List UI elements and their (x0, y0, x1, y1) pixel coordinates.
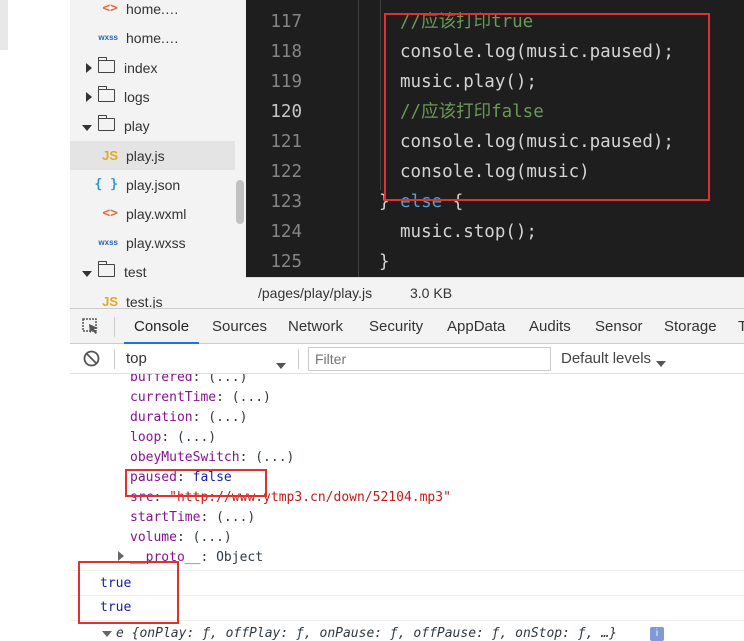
indent-guide (358, 0, 359, 277)
object-property: duration: (...) (130, 410, 248, 425)
code-line: } (379, 252, 390, 272)
tree-item-play-js[interactable]: JS play.js (70, 141, 235, 170)
object-property: volume: (...) (130, 530, 232, 545)
code-line: music.stop(); (400, 222, 537, 242)
log-levels-dropdown[interactable]: Default levels (561, 350, 651, 367)
folder-open-icon (97, 260, 124, 280)
folder-icon (97, 56, 124, 76)
folder-open-icon (97, 114, 124, 134)
tree-item-label: test (124, 263, 147, 280)
tab-storage[interactable]: Storage (664, 309, 717, 344)
indent-guide (380, 0, 381, 190)
tree-item-label: play (124, 117, 150, 134)
line-number: 121 (270, 132, 302, 152)
line-number-current: 120 (270, 102, 302, 122)
line-number: 124 (270, 222, 302, 242)
devtools-tab-bar: Console Sources Network Security AppData… (70, 308, 744, 344)
highlight-box-paused (125, 469, 267, 497)
code-editor[interactable]: //… 117 //应该打印true 118 console.log(music… (246, 0, 744, 277)
line-number: 122 (270, 162, 302, 182)
wxss-file-icon: wxss (98, 238, 118, 247)
tree-item-label: home.… (126, 29, 179, 46)
object-property: buffered: (...) (130, 374, 248, 385)
object-property: loop: (...) (130, 430, 217, 445)
object-property: obeyMuteSwitch: (...) (130, 450, 295, 465)
wxml-file-icon: <> (102, 206, 118, 221)
console-output[interactable]: buffered: (...) currentTime: (...) durat… (70, 374, 744, 641)
tree-item-play[interactable]: play (70, 111, 246, 140)
tree-scrollbar[interactable] (236, 180, 244, 224)
levels-dropdown-icon[interactable] (656, 354, 666, 371)
tree-item-label: play.json (126, 176, 181, 193)
inspect-element-icon[interactable] (82, 318, 100, 335)
tree-item-index[interactable]: index (70, 53, 246, 82)
folder-icon (97, 85, 124, 105)
context-selector[interactable]: top (126, 350, 147, 367)
tab-sources[interactable]: Sources (212, 309, 267, 344)
tree-item-label: play.wxss (126, 234, 186, 251)
tree-item-label: home.… (126, 0, 179, 17)
tree-item-label: index (124, 59, 158, 76)
context-dropdown-icon[interactable] (276, 356, 286, 373)
console-object-summary[interactable]: e {onPlay: ƒ, offPlay: ƒ, onPause: ƒ, of… (102, 624, 617, 641)
line-number: 118 (270, 42, 302, 62)
tree-item-play-json[interactable]: { } play.json (70, 170, 246, 199)
left-panel-strip (0, 0, 70, 308)
chevron-right-icon[interactable] (70, 60, 98, 76)
tab-security[interactable]: Security (369, 309, 423, 344)
highlight-box-code (384, 13, 710, 201)
tree-item-label: test.js (126, 293, 163, 309)
highlight-box-logs (78, 561, 179, 624)
object-property: currentTime: (...) (130, 390, 271, 405)
file-size: 3.0 KB (410, 285, 453, 301)
console-filter-bar: top Default levels (70, 344, 744, 374)
tree-item-label: logs (124, 88, 150, 105)
chevron-down-icon[interactable] (70, 118, 98, 134)
tree-item-home-wxml[interactable]: <> home.… (70, 0, 246, 23)
tree-item-home-wxss[interactable]: wxss home.… (70, 23, 246, 52)
line-number: 125 (270, 252, 302, 272)
console-filter-input[interactable] (308, 347, 551, 371)
info-icon[interactable]: i (650, 627, 664, 641)
tab-overflow[interactable]: T (738, 309, 744, 344)
tab-audits[interactable]: Audits (529, 309, 571, 344)
chevron-down-icon[interactable] (70, 264, 98, 280)
line-number: 123 (270, 192, 302, 212)
js-file-icon: JS (102, 148, 118, 163)
tree-item-play-wxss[interactable]: wxss play.wxss (70, 228, 246, 257)
wxss-file-icon: wxss (98, 33, 118, 42)
file-path: /pages/play/play.js (258, 285, 373, 301)
tab-network[interactable]: Network (288, 309, 343, 344)
object-property: startTime: (...) (130, 510, 256, 525)
js-file-icon: JS (102, 294, 118, 308)
line-number: 117 (270, 12, 302, 32)
tab-appdata[interactable]: AppData (447, 309, 505, 344)
tree-item-label: play.js (126, 147, 165, 164)
wxml-file-icon: <> (102, 1, 118, 16)
tree-item-test[interactable]: test (70, 257, 246, 286)
editor-status-bar: /pages/play/play.js 3.0 KB (246, 277, 744, 308)
tree-item-play-wxml[interactable]: <> play.wxml (70, 199, 246, 228)
file-tree: <> home.… wxss home.… index logs play JS… (70, 0, 246, 308)
tab-console[interactable]: Console (124, 309, 200, 344)
json-file-icon: { } (94, 177, 118, 192)
tree-item-label: play.wxml (126, 205, 187, 222)
tree-item-test-js[interactable]: JS test.js (70, 287, 246, 309)
tree-item-logs[interactable]: logs (70, 82, 246, 111)
tab-sensor[interactable]: Sensor (595, 309, 643, 344)
clear-console-icon[interactable] (83, 350, 100, 367)
chevron-right-icon[interactable] (70, 89, 98, 105)
line-number: 119 (270, 72, 302, 92)
